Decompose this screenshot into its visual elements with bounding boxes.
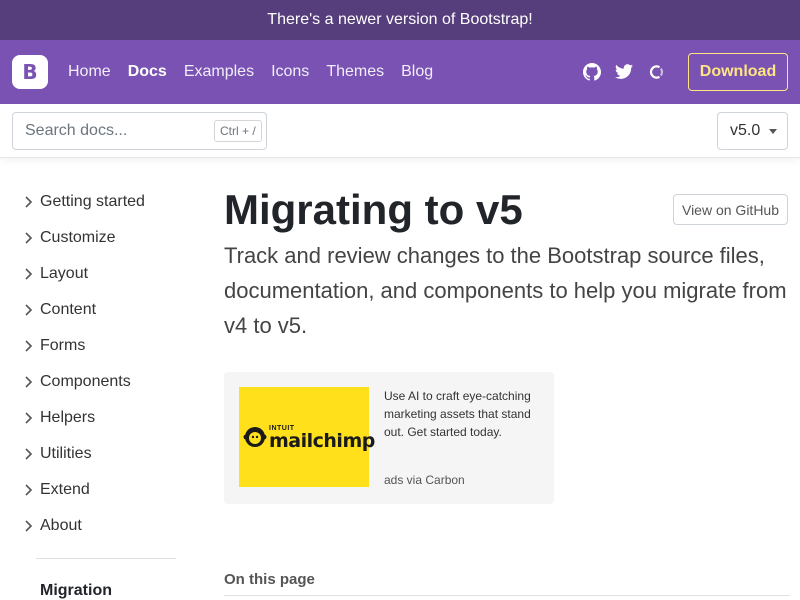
chevron-right-icon	[24, 231, 38, 245]
sidebar-item-label: Utilities	[40, 445, 92, 462]
view-on-github-button[interactable]: View on GitHub	[673, 194, 788, 225]
ad-image[interactable]: INTUIT mailchimp	[239, 387, 375, 487]
chevron-right-icon	[24, 483, 38, 497]
lead-paragraph: Track and review changes to the Bootstra…	[224, 243, 787, 338]
bootstrap-logo-letter: B	[22, 60, 38, 84]
nav-social-icons	[582, 40, 678, 104]
sidebar-item-customize[interactable]: Customize	[24, 226, 116, 250]
chevron-right-icon	[24, 447, 38, 461]
sidebar-item-layout[interactable]: Layout	[24, 262, 88, 286]
github-icon[interactable]	[582, 62, 602, 82]
main-content: Migrating to v5 View on GitHub Track and…	[224, 158, 800, 600]
docs-sidebar: Getting started Customize Layout Content…	[0, 158, 200, 600]
caret-down-icon	[769, 129, 777, 134]
sidebar-item-utilities[interactable]: Utilities	[24, 442, 92, 466]
chevron-right-icon	[24, 303, 38, 317]
sidebar-item-label: Components	[40, 373, 131, 390]
sidebar-item-label: About	[40, 517, 82, 534]
carbon-ad: INTUIT mailchimp Use AI to craft eye-cat…	[224, 372, 554, 504]
chevron-right-icon	[24, 267, 38, 281]
chevron-right-icon	[24, 195, 38, 209]
update-banner-text[interactable]: There's a newer version of Bootstrap!	[267, 11, 532, 29]
brand-text: mailchimp	[269, 429, 375, 452]
sidebar-item-components[interactable]: Components	[24, 370, 131, 394]
download-button-label: Download	[699, 63, 777, 80]
opencollective-icon[interactable]	[646, 62, 666, 82]
version-label: v5.0	[730, 122, 761, 139]
nav-link-home[interactable]: Home	[68, 63, 111, 81]
sidebar-item-label: Getting started	[40, 193, 145, 210]
view-on-github-label: View on GitHub	[681, 201, 779, 218]
ad-via-carbon-link[interactable]: ads via Carbon	[384, 473, 465, 487]
nav-link-examples[interactable]: Examples	[184, 63, 254, 81]
sidebar-item-helpers[interactable]: Helpers	[24, 406, 95, 430]
chevron-right-icon	[24, 339, 38, 353]
main-navbar: B Home Docs Examples Icons Themes Blog D…	[0, 40, 800, 104]
mailchimp-wordmark: INTUIT mailchimp	[269, 425, 375, 452]
sidebar-item-label: Forms	[40, 337, 86, 354]
sidebar-item-label: Layout	[40, 265, 89, 282]
twitter-icon[interactable]	[614, 62, 634, 82]
download-button[interactable]: Download	[688, 53, 788, 91]
sidebar-item-label: Content	[40, 301, 97, 318]
nav-links: Home Docs Examples Icons Themes Blog	[68, 40, 450, 104]
bootstrap-logo[interactable]: B	[12, 55, 48, 89]
nav-link-blog[interactable]: Blog	[401, 63, 433, 81]
freddie-icon	[243, 427, 267, 447]
ad-text-link[interactable]: Use AI to craft eye-catching marketing a…	[384, 387, 544, 441]
sidebar-item-label: Extend	[40, 481, 90, 498]
sidebar-item-forms[interactable]: Forms	[24, 334, 85, 358]
nav-link-icons[interactable]: Icons	[271, 63, 309, 81]
search-shortcut-hint: Ctrl + /	[214, 120, 262, 142]
sidebar-item-about[interactable]: About	[24, 514, 82, 538]
chevron-right-icon	[24, 519, 38, 533]
on-this-page-divider	[224, 595, 790, 596]
nav-link-docs[interactable]: Docs	[128, 63, 167, 81]
page-title: Migrating to v5	[224, 186, 523, 233]
version-dropdown[interactable]: v5.0	[717, 112, 788, 150]
search-input[interactable]	[13, 113, 208, 149]
sidebar-item-extend[interactable]: Extend	[24, 478, 90, 502]
sidebar-item-getting-started[interactable]: Getting started	[24, 190, 145, 214]
sidebar-divider	[36, 558, 176, 559]
chevron-right-icon	[24, 375, 38, 389]
chevron-right-icon	[24, 411, 38, 425]
sidebar-item-label: Customize	[40, 229, 116, 246]
sidebar-item-label: Helpers	[40, 409, 96, 426]
nav-link-themes[interactable]: Themes	[326, 63, 384, 81]
sidebar-item-migration[interactable]: Migration	[40, 582, 112, 600]
on-this-page-heading: On this page	[224, 571, 315, 588]
update-banner[interactable]: There's a newer version of Bootstrap!	[0, 0, 800, 40]
sidebar-item-content[interactable]: Content	[24, 298, 96, 322]
search-box[interactable]: Ctrl + /	[12, 112, 267, 150]
docs-subheader: Ctrl + / v5.0	[0, 104, 800, 158]
mailchimp-logo: INTUIT mailchimp	[243, 425, 375, 450]
